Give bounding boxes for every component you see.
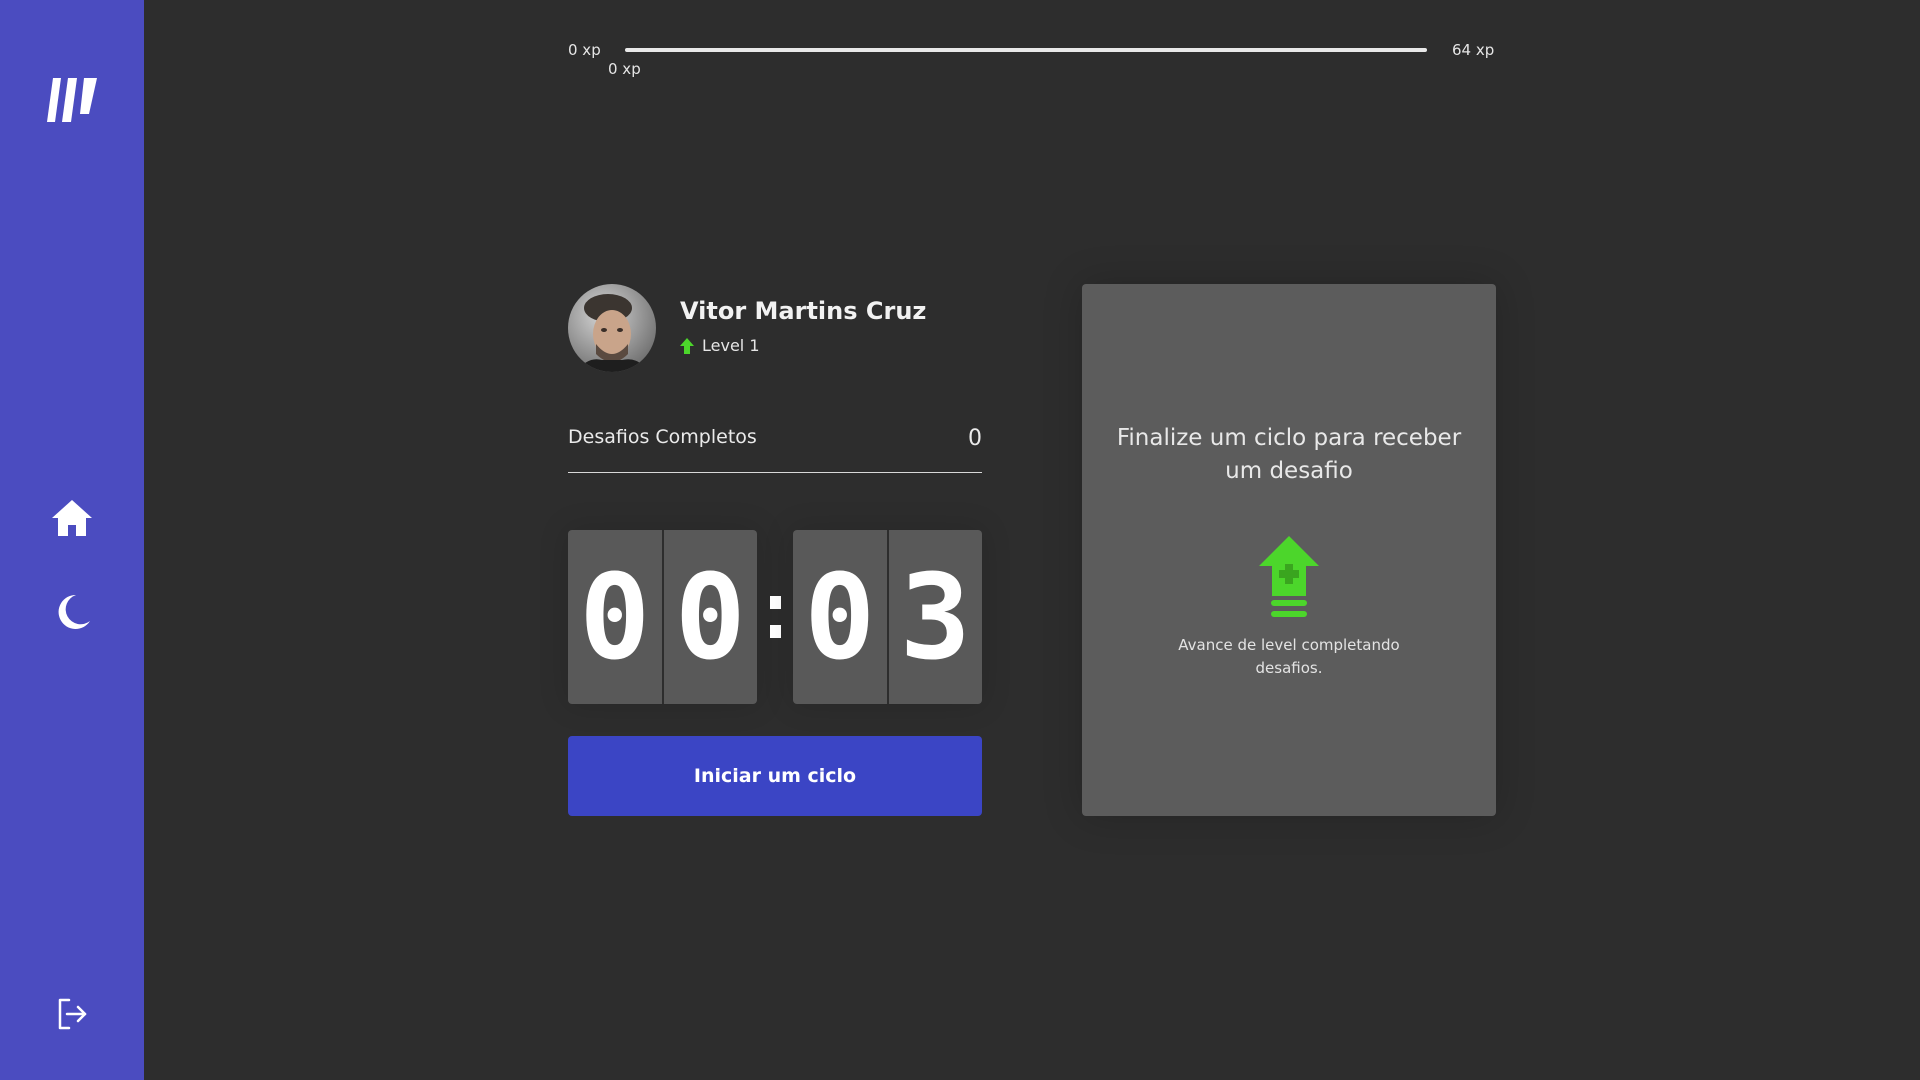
sidebar	[0, 0, 144, 1080]
countdown: 0 0 0 3	[568, 530, 982, 704]
xp-current-label: 0 xp	[608, 60, 641, 78]
countdown-second-left: 0	[804, 548, 876, 686]
xp-max-label: 64 xp	[1452, 41, 1495, 59]
profile-name: Vitor Martins Cruz	[680, 297, 927, 325]
completed-challenges-count: 0	[968, 426, 982, 451]
level-arrow-icon	[680, 337, 694, 354]
countdown-seconds: 0 3	[793, 530, 982, 704]
countdown-separator	[757, 596, 793, 638]
level-up-icon	[1259, 536, 1319, 617]
profile-level-label: Level 1	[702, 336, 760, 355]
completed-challenges-label: Desafios Completos	[568, 426, 757, 448]
countdown-second-right: 3	[886, 530, 983, 704]
logout-button[interactable]	[48, 990, 96, 1038]
logout-icon	[58, 998, 87, 1030]
moon-icon	[58, 594, 90, 629]
countdown-minute-left: 0	[579, 548, 651, 686]
sidebar-item-theme[interactable]	[48, 588, 96, 636]
sidebar-item-home[interactable]	[48, 494, 96, 542]
start-cycle-button[interactable]: Iniciar um ciclo	[568, 736, 982, 816]
countdown-minute-right: 0	[661, 530, 758, 704]
main-content	[144, 0, 1920, 1080]
avatar	[568, 284, 656, 372]
completed-challenges: Desafios Completos 0	[568, 426, 982, 473]
challenge-box-title: Finalize um ciclo para receber um desafi…	[1116, 425, 1462, 484]
xp-min-label: 0 xp	[568, 41, 601, 59]
challenge-box-description: Avance de level completando desafios.	[1178, 636, 1400, 677]
countdown-minutes: 0 0	[568, 530, 757, 704]
home-icon	[52, 500, 92, 536]
experience-bar	[625, 48, 1427, 52]
profile-level: Level 1	[680, 336, 760, 355]
challenge-box: Finalize um ciclo para receber um desafi…	[1082, 284, 1496, 816]
brand-logo	[47, 78, 97, 122]
